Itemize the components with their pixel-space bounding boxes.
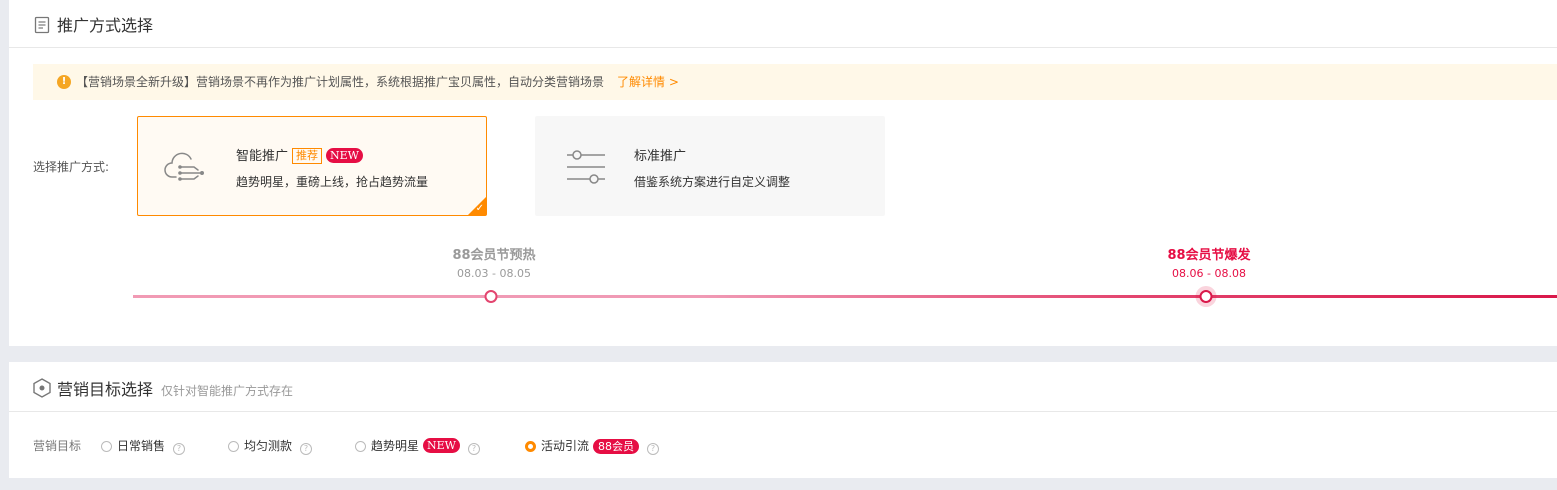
- smart-promotion-desc: 趋势明星，重磅上线，抢占趋势流量: [236, 175, 429, 189]
- goal-label: 营销目标: [33, 439, 82, 453]
- standard-promotion-card[interactable]: 标准推广 借鉴系统方案进行自定义调整: [535, 116, 885, 216]
- standard-promotion-desc: 借鉴系统方案进行自定义调整: [634, 175, 791, 189]
- radio-button[interactable]: [101, 441, 112, 452]
- timeline-phase-name: 88会员节爆发: [1167, 248, 1251, 263]
- smart-promotion-title-text: 智能推广: [236, 149, 289, 164]
- goal-option-label: 日常销售: [117, 439, 166, 453]
- timeline-phase-date: 08.06 - 08.08: [1172, 267, 1246, 280]
- timeline-phase-date: 08.03 - 08.05: [457, 267, 531, 280]
- info-icon: !: [57, 75, 71, 89]
- section-title-promotion: 推广方式选择: [33, 12, 153, 36]
- goal-option-label: 活动引流: [541, 439, 590, 453]
- timeline-node-burst: [1199, 290, 1213, 303]
- notice-bar: ! 【营销场景全新升级】营销场景不再作为推广计划属性，系统根据推广宝贝属性，自动…: [33, 64, 1557, 100]
- marketing-goal-panel: 营销目标选择 仅针对智能推广方式存在 营销目标 日常销售? 均匀测款? 趋势明星 N…: [9, 362, 1557, 478]
- help-icon[interactable]: ?: [647, 443, 660, 455]
- checkmark-icon: ✓: [475, 203, 484, 214]
- goal-option-trend-star[interactable]: 趋势明星 NEW?: [355, 437, 480, 455]
- new-badge: NEW: [423, 438, 460, 453]
- timeline-track: [133, 295, 1557, 298]
- cloud-flow-icon: [164, 147, 210, 191]
- goal-option-event-traffic[interactable]: 活动引流 88会员?: [525, 437, 660, 455]
- goal-option-even-testing[interactable]: 均匀测款?: [228, 437, 313, 455]
- sliders-icon: [562, 147, 608, 191]
- new-badge: NEW: [326, 148, 363, 163]
- help-icon[interactable]: ?: [173, 443, 186, 455]
- radio-button-checked[interactable]: [525, 441, 536, 452]
- help-icon[interactable]: ?: [467, 443, 480, 455]
- radio-button[interactable]: [355, 441, 366, 452]
- member-88-badge: 88会员: [593, 439, 640, 454]
- recommend-tag: 推荐: [292, 148, 323, 164]
- smart-promotion-card[interactable]: 智能推广 推荐 NEW 趋势明星，重磅上线，抢占趋势流量 ✓: [137, 116, 487, 216]
- section-title-text: 推广方式选择: [57, 16, 154, 35]
- goal-option-daily-sales[interactable]: 日常销售?: [101, 437, 186, 455]
- notice-text: 【营销场景全新升级】营销场景不再作为推广计划属性，系统根据推广宝贝属性，自动分类…: [76, 75, 605, 89]
- standard-promotion-title: 标准推广: [634, 149, 687, 164]
- learn-more-link[interactable]: 了解详情 >: [617, 64, 679, 100]
- smart-promotion-title: 智能推广 推荐 NEW: [236, 145, 363, 164]
- document-icon: [33, 16, 51, 34]
- timeline-phase-name: 88会员节预热: [452, 248, 536, 263]
- goal-option-label: 趋势明星: [371, 439, 420, 453]
- goal-option-label: 均匀测款: [244, 439, 293, 453]
- section-title-text: 营销目标选择: [57, 380, 154, 399]
- radio-button[interactable]: [228, 441, 239, 452]
- section-title-goal: 营销目标选择 仅针对智能推广方式存在: [33, 376, 293, 400]
- timeline-node-preheat: [484, 290, 498, 303]
- promotion-method-panel: 推广方式选择 ! 【营销场景全新升级】营销场景不再作为推广计划属性，系统根据推广…: [9, 0, 1557, 346]
- method-label: 选择推广方式:: [33, 160, 110, 174]
- section-divider: [9, 47, 1557, 48]
- help-icon[interactable]: ?: [300, 443, 313, 455]
- section-subtitle: 仅针对智能推广方式存在: [161, 384, 294, 398]
- hexagon-icon: [33, 378, 51, 398]
- section-divider: [9, 411, 1557, 412]
